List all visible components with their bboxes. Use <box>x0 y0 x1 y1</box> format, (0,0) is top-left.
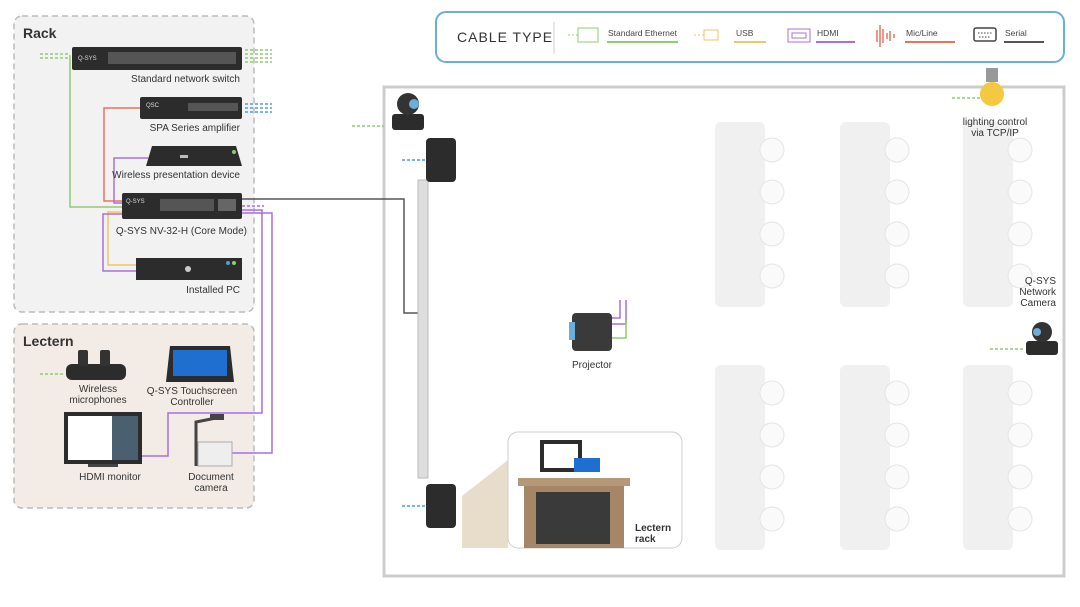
doccam-label: Document camera <box>188 472 234 494</box>
pc-label: Installed PC <box>186 285 240 296</box>
chair <box>759 221 785 247</box>
chair <box>759 464 785 490</box>
ptz-camera-right <box>1026 322 1058 355</box>
chair <box>884 506 910 532</box>
chair <box>1007 137 1033 163</box>
chair <box>759 380 785 406</box>
chair <box>759 179 785 205</box>
chair <box>884 464 910 490</box>
table <box>840 365 890 550</box>
pc-device <box>136 258 242 280</box>
seating-area <box>715 122 1033 550</box>
legend-serial-label: Serial <box>1005 28 1027 38</box>
projector-device <box>569 313 612 351</box>
chair <box>1007 506 1033 532</box>
legend-hdmi-label: HDMI <box>817 28 839 38</box>
camera-label: Q-SYS Network Camera <box>1019 276 1056 309</box>
chair <box>759 506 785 532</box>
network-switch-device <box>72 47 242 70</box>
chair <box>759 263 785 289</box>
chair <box>884 380 910 406</box>
touchscreen-device <box>166 346 234 382</box>
legend-usb-label: USB <box>736 28 754 38</box>
core-label: Q-SYS NV-32-H (Core Mode) <box>115 226 247 237</box>
chair <box>1007 380 1033 406</box>
table <box>840 122 890 307</box>
legend-mic-label: Mic/Line <box>906 28 938 38</box>
speaker-top <box>426 138 456 182</box>
speaker-bottom <box>426 484 456 528</box>
chair <box>1007 221 1033 247</box>
chair <box>759 422 785 448</box>
chair <box>1007 464 1033 490</box>
table <box>963 122 1013 307</box>
lectern-rack-label: Lectern rack <box>635 523 672 545</box>
hdmi-monitor-device <box>64 412 142 467</box>
lighting-label: lighting control via TCP/IP <box>962 117 1028 139</box>
wireless-label: Wireless presentation device <box>112 170 240 181</box>
switch-logo: Q-SYS <box>78 56 97 62</box>
chair <box>1007 422 1033 448</box>
chair <box>884 179 910 205</box>
touch-label: Q-SYS Touchscreen Controller <box>146 386 238 408</box>
ptz-camera-top <box>392 93 424 130</box>
table <box>963 365 1013 550</box>
projector-label: Projector <box>571 360 612 371</box>
rack-title: Rack <box>23 25 57 41</box>
diagram-canvas <box>13 11 1066 578</box>
chair <box>884 221 910 247</box>
chair <box>1007 179 1033 205</box>
lectern-title: Lectern <box>23 333 74 349</box>
light-bulb-icon <box>980 68 1004 106</box>
wireless-presentation-device <box>146 146 242 166</box>
amp-label: SPA Series amplifier <box>149 123 240 134</box>
mics-label: Wireless microphones <box>69 384 127 406</box>
legend-title: CABLE TYPE <box>457 29 554 45</box>
amp-logo: QSC <box>146 103 160 109</box>
core-logo: Q-SYS <box>126 199 145 205</box>
projection-screen <box>417 179 429 479</box>
table <box>715 365 765 550</box>
chair <box>884 263 910 289</box>
table <box>715 122 765 307</box>
switch-label: Standard network switch <box>131 74 240 85</box>
legend-ethernet-label: Standard Ethernet <box>608 28 677 38</box>
chair <box>884 137 910 163</box>
chair <box>759 137 785 163</box>
av-system-diagram: CABLE TYPE Standard Ethernet USB HDMI Mi… <box>0 0 1080 607</box>
chair <box>884 422 910 448</box>
monitor-label: HDMI monitor <box>79 472 141 483</box>
